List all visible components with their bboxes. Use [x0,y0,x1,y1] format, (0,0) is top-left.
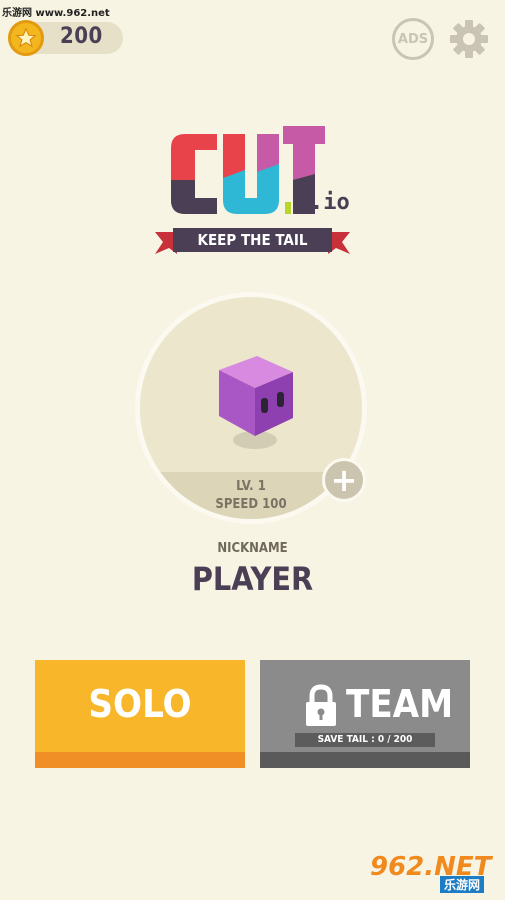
nickname-value[interactable]: PLAYER [0,560,505,598]
team-button-base [260,752,470,768]
solo-button-base [35,752,245,768]
character-speed: SPEED 100 [215,497,287,512]
no-ads-icon[interactable]: ADS [392,18,434,60]
coin-count: 200 [60,24,103,49]
nickname-label: NICKNAME [217,541,288,556]
watermark-bottom: 962.NET 乐游网 [370,852,500,894]
ads-label: ADS [397,31,429,47]
watermark-small: 乐游网 [440,876,485,893]
star-coin-icon [8,20,44,56]
team-button-label: TEAM [346,682,454,726]
plus-icon[interactable]: + [322,458,366,502]
save-tail-progress: SAVE TAIL : 0 / 200 [295,733,435,747]
watermark-top: 乐游网 www.962.net [2,8,110,19]
logo-suffix: .io [310,190,350,215]
lock-icon [306,684,336,726]
team-button[interactable]: TEAM SAVE TAIL : 0 / 200 [260,660,470,768]
logo-tagline: KEEP THE TAIL [197,231,308,249]
gear-icon[interactable] [448,18,490,60]
solo-button[interactable]: SOLO [35,660,245,768]
solo-button-label: SOLO [88,682,192,726]
